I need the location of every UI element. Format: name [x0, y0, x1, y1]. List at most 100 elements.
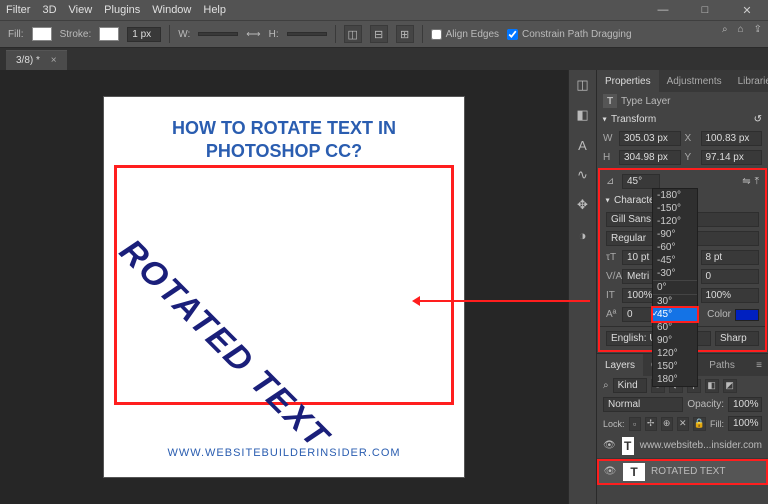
height-value-field[interactable]: 304.98 px: [619, 150, 681, 165]
layers-menu-icon[interactable]: ≡: [750, 354, 768, 376]
angle-option[interactable]: 120°: [653, 347, 697, 360]
arrange-icon[interactable]: ⊞: [396, 25, 414, 43]
transform-section-header[interactable]: Transform↺: [597, 110, 768, 129]
layer-thumb: T: [623, 463, 645, 481]
tab-paths[interactable]: Paths: [701, 354, 743, 376]
minimize-button[interactable]: —: [648, 4, 678, 16]
filter-icon-4[interactable]: ◧: [705, 379, 719, 393]
stroke-label: Stroke:: [60, 29, 92, 40]
y-label: Y: [685, 152, 697, 163]
layer-name[interactable]: www.websiteb...insider.com: [640, 440, 762, 451]
flip-vertical-icon[interactable]: ⤒: [755, 176, 759, 187]
angle-option-selected[interactable]: 45°: [653, 308, 697, 321]
collapsed-panel-dock: ◫ ◧ A ∿ ✥ ◑: [568, 70, 596, 504]
path-ops-icon[interactable]: ◫: [344, 25, 362, 43]
angle-option[interactable]: -180°: [653, 189, 697, 202]
align-icon[interactable]: ⊟: [370, 25, 388, 43]
home-icon[interactable]: ⌂: [738, 24, 744, 35]
hscale-field[interactable]: 100%: [701, 288, 760, 303]
search-icon[interactable]: ⌕: [722, 24, 728, 35]
dock-icon-2[interactable]: ◧: [574, 106, 592, 124]
angle-field[interactable]: 45°: [622, 174, 660, 189]
angle-option[interactable]: -120°: [653, 215, 697, 228]
leading-field[interactable]: 8 pt: [701, 250, 760, 265]
vscale-icon: IT: [606, 290, 618, 301]
annotation-arrow: [415, 300, 590, 302]
baseline-icon: Aª: [606, 309, 618, 320]
filter-kind-field[interactable]: Kind: [613, 378, 647, 393]
constrain-path-checkbox[interactable]: Constrain Path Dragging: [507, 29, 632, 40]
angle-option[interactable]: 30°: [653, 295, 697, 308]
angle-option[interactable]: 60°: [653, 321, 697, 334]
angle-option[interactable]: -30°: [653, 267, 697, 280]
dock-icon-3[interactable]: A: [574, 136, 592, 154]
dock-icon-1[interactable]: ◫: [574, 76, 592, 94]
annotation-properties-red-box: ⊿ 45° ⇋ ⤒ -180° -150° -120° -90° -60° -4…: [598, 168, 767, 352]
width-value-field[interactable]: 305.03 px: [619, 131, 681, 146]
lock-transparency-icon[interactable]: ▫: [629, 417, 641, 431]
x-value-field[interactable]: 100.83 px: [701, 131, 763, 146]
dock-icon-4[interactable]: ∿: [574, 166, 592, 184]
menu-help[interactable]: Help: [203, 4, 226, 16]
right-panel-group: Properties Adjustments Libraries ≡ T Typ…: [596, 70, 768, 504]
angle-option[interactable]: -45°: [653, 254, 697, 267]
dock-icon-6[interactable]: ◑: [574, 226, 592, 244]
filter-icon-5[interactable]: ◩: [723, 379, 737, 393]
angle-option[interactable]: -90°: [653, 228, 697, 241]
search-icon[interactable]: ⌕: [603, 380, 609, 391]
angle-option[interactable]: -60°: [653, 241, 697, 254]
stroke-swatch[interactable]: [99, 27, 119, 41]
angle-option[interactable]: 150°: [653, 360, 697, 373]
layer-name[interactable]: ROTATED TEXT: [651, 466, 725, 477]
menu-3d[interactable]: 3D: [42, 4, 56, 16]
lock-all-icon[interactable]: 🔒: [693, 417, 706, 431]
angle-option[interactable]: 90°: [653, 334, 697, 347]
visibility-toggle[interactable]: 👁: [603, 440, 616, 451]
tracking-field[interactable]: 0: [701, 269, 760, 284]
canvas-area[interactable]: HOW TO ROTATE TEXT IN PHOTOSHOP CC? ROTA…: [0, 70, 568, 504]
tab-layers[interactable]: Layers: [597, 354, 643, 376]
opacity-field[interactable]: 100%: [728, 397, 762, 412]
stroke-width-field[interactable]: 1 px: [127, 27, 161, 42]
lock-pixels-icon[interactable]: ✢: [645, 417, 657, 431]
menu-filter[interactable]: Filter: [6, 4, 30, 16]
lock-artboard-icon[interactable]: ✕: [677, 417, 689, 431]
angle-option[interactable]: -150°: [653, 202, 697, 215]
y-value-field[interactable]: 97.14 px: [701, 150, 763, 165]
fill-swatch[interactable]: [32, 27, 52, 41]
tab-libraries[interactable]: Libraries: [730, 70, 768, 92]
flip-horizontal-icon[interactable]: ⇋: [742, 176, 750, 187]
share-icon[interactable]: ⇪: [754, 24, 762, 35]
tab-adjustments[interactable]: Adjustments: [659, 70, 730, 92]
tab-properties[interactable]: Properties: [597, 70, 659, 92]
width-field[interactable]: [198, 32, 238, 36]
lock-position-icon[interactable]: ⊕: [661, 417, 673, 431]
layer-row-selected[interactable]: 👁 T ROTATED TEXT: [597, 459, 768, 485]
align-edges-checkbox[interactable]: Align Edges: [431, 29, 499, 40]
fill-opacity-field[interactable]: 100%: [728, 416, 762, 431]
document-tab[interactable]: 3/8) * ×: [6, 50, 67, 70]
angle-option[interactable]: 180°: [653, 373, 697, 386]
document-tab-title: 3/8) *: [16, 55, 40, 66]
angle-dropdown[interactable]: -180° -150° -120° -90° -60° -45° -30° 0°…: [652, 188, 698, 387]
document-canvas[interactable]: HOW TO ROTATE TEXT IN PHOTOSHOP CC? ROTA…: [104, 97, 464, 477]
menu-plugins[interactable]: Plugins: [104, 4, 140, 16]
link-wh-icon[interactable]: ⟷: [246, 29, 260, 40]
menu-view[interactable]: View: [69, 4, 93, 16]
height-label: H:: [269, 29, 279, 40]
top-right-icons: ⌕ ⌂ ⇪: [722, 24, 762, 35]
text-color-swatch[interactable]: [735, 309, 759, 321]
close-window-button[interactable]: ✕: [732, 4, 762, 17]
angle-option[interactable]: 0°: [653, 280, 697, 295]
layer-row[interactable]: 👁 T www.websiteb...insider.com: [597, 433, 768, 459]
visibility-toggle[interactable]: 👁: [603, 466, 617, 477]
menu-window[interactable]: Window: [152, 4, 191, 16]
dock-icon-5[interactable]: ✥: [574, 196, 592, 214]
document-tab-close[interactable]: ×: [51, 55, 57, 66]
heading-text: HOW TO ROTATE TEXT IN PHOTOSHOP CC?: [104, 117, 464, 164]
blend-mode-field[interactable]: Normal: [603, 397, 683, 412]
maximize-button[interactable]: □: [690, 4, 720, 16]
height-field[interactable]: [287, 32, 327, 36]
antialias-field[interactable]: Sharp: [715, 331, 759, 346]
text-color-label: Color: [707, 309, 731, 320]
